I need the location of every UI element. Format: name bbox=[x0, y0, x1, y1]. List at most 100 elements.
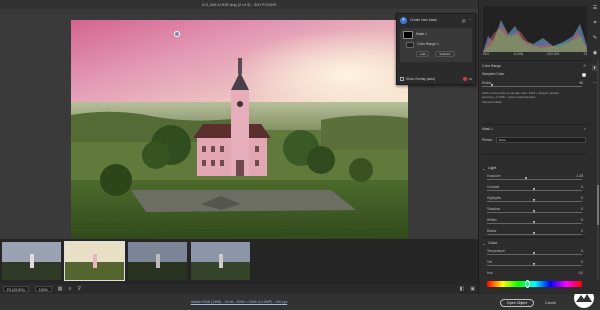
hue-value[interactable]: 0.0 bbox=[579, 271, 583, 275]
aperture-value: f/4.0 bbox=[483, 52, 490, 56]
shadows-knob[interactable] bbox=[532, 210, 535, 213]
photo-image bbox=[71, 20, 408, 248]
component-name[interactable]: Color Range 1 bbox=[417, 42, 439, 46]
cancel-button[interactable]: Cancel bbox=[545, 299, 565, 307]
hue-slider[interactable]: Hue 0.0 bbox=[482, 270, 586, 281]
before-after-icon[interactable]: ◧ bbox=[460, 284, 465, 294]
tint-slider[interactable]: Tint 0 bbox=[482, 259, 586, 270]
zoom-fit-select[interactable]: Fit (19.8%) bbox=[3, 286, 29, 292]
highlights-label: Highlights bbox=[487, 196, 501, 200]
contrast-label: Contrast bbox=[487, 185, 500, 189]
hue-knob[interactable] bbox=[525, 280, 530, 288]
right-panel-scrollbar[interactable] bbox=[597, 60, 599, 280]
collapse-icon[interactable]: ⌃ bbox=[469, 18, 472, 23]
sampled-color-swatch[interactable] bbox=[582, 73, 586, 77]
shadows-slider[interactable]: Shadows 0 bbox=[482, 206, 586, 217]
divider bbox=[482, 124, 586, 125]
main-photo[interactable] bbox=[71, 20, 408, 248]
tint-knob[interactable] bbox=[532, 263, 535, 266]
shutter-value: 1/100s bbox=[513, 52, 524, 56]
temperature-slider[interactable]: Temperature 0 bbox=[482, 248, 586, 259]
film-thumbnail-2[interactable] bbox=[64, 241, 125, 281]
highlights-value[interactable]: 0 bbox=[581, 196, 583, 200]
exposure-knob[interactable] bbox=[525, 177, 528, 180]
shadows-value[interactable]: 0 bbox=[581, 207, 583, 211]
more-icon[interactable]: ••• bbox=[469, 77, 472, 81]
collapse-color-icon[interactable]: ⌄ bbox=[482, 241, 485, 246]
contrast-knob[interactable] bbox=[532, 188, 535, 191]
scrollbar-thumb[interactable] bbox=[597, 185, 599, 225]
edit-icon[interactable]: ☰ bbox=[593, 5, 597, 11]
sort-icon[interactable]: ≡ bbox=[69, 284, 72, 294]
temperature-label: Temperature bbox=[487, 249, 505, 253]
histogram bbox=[483, 6, 587, 52]
create-mask-label[interactable]: Create New Mask bbox=[410, 18, 437, 22]
mask-title: Mask 1 bbox=[482, 127, 493, 131]
redeye-icon[interactable]: ◉ bbox=[593, 50, 597, 56]
preset-select[interactable]: None bbox=[495, 137, 586, 143]
contrast-value[interactable]: 0 bbox=[581, 185, 583, 189]
highlights-slider[interactable]: Highlights 0 bbox=[482, 195, 586, 206]
workflow-options-link[interactable]: Adobe RGB (1998) - 16 bit - 5296 × 2648 … bbox=[0, 294, 478, 310]
light-header[interactable]: ⌄ Light bbox=[482, 163, 586, 173]
create-mask-icon[interactable]: + bbox=[400, 16, 407, 24]
hue-spectrum[interactable] bbox=[487, 280, 582, 288]
blacks-value[interactable]: 0 bbox=[581, 229, 583, 233]
eyedropper-icon[interactable]: ✐ bbox=[583, 64, 586, 72]
component-thumbnail bbox=[406, 42, 414, 48]
shadows-label: Shadows bbox=[487, 207, 501, 211]
exposure-track[interactable] bbox=[487, 179, 582, 180]
color-range-section: Color Range ✐ Sampled Color Refine 50 Cl… bbox=[482, 64, 586, 104]
film-thumbnail-1[interactable] bbox=[1, 241, 62, 281]
exposure-slider[interactable]: Exposure -1.25 bbox=[482, 173, 586, 184]
color-sliders: Temperature 0 Tint 0 bbox=[482, 248, 586, 270]
whites-knob[interactable] bbox=[532, 221, 535, 224]
highlights-knob[interactable] bbox=[532, 199, 535, 202]
show-overlay-label: Show Overlay (auto) bbox=[406, 77, 436, 81]
whites-label: Whites bbox=[487, 218, 497, 222]
overlay-color-swatch[interactable] bbox=[462, 77, 467, 81]
blacks-label: Blacks bbox=[487, 229, 497, 233]
blacks-knob[interactable] bbox=[532, 232, 535, 235]
camera-info: f/4.0 1/100s ISO 100 10 bbox=[483, 52, 587, 56]
refine-value[interactable]: 50 bbox=[579, 81, 583, 85]
zoom-percent-select[interactable]: 100% bbox=[34, 286, 52, 292]
grid-icon[interactable]: ▦ bbox=[58, 284, 63, 294]
mask-list-icon[interactable]: ▤ bbox=[462, 18, 466, 23]
temperature-knob[interactable] bbox=[532, 252, 535, 255]
whites-slider[interactable]: Whites 0 bbox=[482, 217, 586, 228]
filter-icon[interactable]: ⊽ bbox=[77, 284, 81, 294]
heal-icon[interactable]: ✎ bbox=[593, 35, 597, 41]
collapse-light-icon[interactable]: ⌄ bbox=[482, 166, 485, 171]
intersect-label: Intersect Mask bbox=[482, 100, 502, 104]
color-title: Color bbox=[488, 241, 498, 245]
show-overlay-checkbox[interactable] bbox=[400, 77, 404, 81]
mask-thumbnail bbox=[403, 31, 413, 39]
exposure-value[interactable]: -1.25 bbox=[576, 174, 583, 178]
divider bbox=[482, 60, 586, 61]
window-title: DJI_0813-HDR.dng (2 of 4) - 300 PCMHS bbox=[201, 2, 277, 7]
light-sliders: Exposure -1.25 Contrast 0 Highlights 0 Shadows… bbox=[482, 173, 586, 239]
tint-value[interactable]: 0 bbox=[581, 260, 583, 264]
open-object-button[interactable]: Open Object bbox=[500, 299, 534, 307]
crop-icon[interactable]: ⌗ bbox=[594, 20, 597, 26]
mask-item[interactable]: Mask 1 Color Range 1 Add Subtract bbox=[400, 28, 472, 62]
subtract-mask-button[interactable]: Subtract bbox=[435, 51, 455, 57]
add-mask-button[interactable]: Add bbox=[416, 51, 430, 57]
contrast-slider[interactable]: Contrast 0 bbox=[482, 184, 586, 195]
masks-panel: + Create New Mask ▤ ⌃ Mask 1 Color Range… bbox=[396, 13, 476, 85]
whites-value[interactable]: 0 bbox=[581, 218, 583, 222]
compare-icon[interactable]: ▣ bbox=[470, 284, 475, 294]
film-thumbnail-4[interactable] bbox=[190, 241, 251, 281]
color-sample-pin[interactable] bbox=[174, 31, 180, 37]
refine-knob[interactable] bbox=[490, 84, 493, 87]
film-thumbnail-3[interactable] bbox=[127, 241, 188, 281]
refine-slider[interactable]: Refine 50 bbox=[482, 80, 586, 91]
refine-track[interactable] bbox=[482, 86, 582, 87]
mask-options-icon[interactable]: ⌗ bbox=[584, 127, 586, 136]
color-range-hint: Click on the photo to sample color. Clic… bbox=[482, 91, 560, 99]
focal-value: 10 bbox=[583, 52, 587, 56]
temperature-value[interactable]: 0 bbox=[581, 249, 583, 253]
exposure-label: Exposure bbox=[487, 174, 501, 178]
color-header[interactable]: ⌄ Color bbox=[482, 238, 586, 248]
